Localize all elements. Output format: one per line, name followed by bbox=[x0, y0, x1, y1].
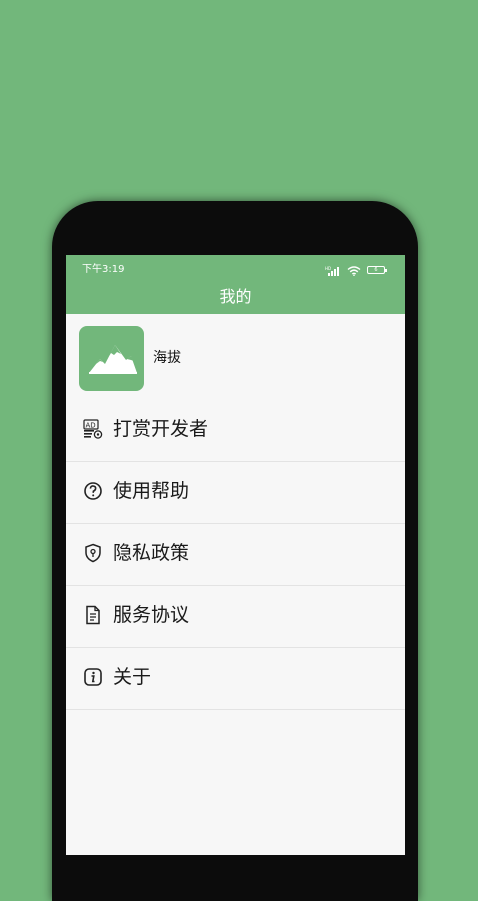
title-bar: 我的 bbox=[66, 283, 405, 314]
profile-section: 海拔 bbox=[66, 314, 405, 400]
mountain-icon bbox=[89, 345, 137, 374]
menu-item-privacy[interactable]: 隐私政策 bbox=[66, 524, 405, 586]
settings-menu: AD 打赏开发者 使用帮助 隐私政策 服务协议 关于 bbox=[66, 400, 405, 710]
battery-level: 6 bbox=[374, 267, 378, 273]
menu-item-terms[interactable]: 服务协议 bbox=[66, 586, 405, 648]
menu-item-about[interactable]: 关于 bbox=[66, 648, 405, 710]
shield-icon bbox=[83, 543, 103, 563]
status-icons: HD 6 bbox=[325, 261, 387, 280]
ad-icon: AD bbox=[83, 419, 103, 439]
menu-item-donate[interactable]: AD 打赏开发者 bbox=[66, 400, 405, 462]
wifi-icon bbox=[347, 261, 361, 280]
page-title: 我的 bbox=[219, 287, 252, 306]
info-icon bbox=[83, 667, 103, 687]
battery-icon: 6 bbox=[367, 266, 387, 274]
help-icon bbox=[83, 481, 103, 501]
app-screen: 下午3:19 HD 6 我的 海拔 AD 打赏开发者 使用帮助 隐私政策 服务协… bbox=[66, 255, 405, 855]
menu-item-help[interactable]: 使用帮助 bbox=[66, 462, 405, 524]
menu-item-label: 隐私政策 bbox=[113, 542, 190, 564]
signal-icon: HD bbox=[325, 261, 341, 280]
status-time: 下午3:19 bbox=[82, 264, 125, 275]
menu-item-label: 打赏开发者 bbox=[113, 418, 209, 440]
menu-item-label: 服务协议 bbox=[113, 604, 190, 626]
network-label: HD bbox=[325, 266, 331, 271]
menu-item-label: 使用帮助 bbox=[113, 480, 190, 502]
svg-text:AD: AD bbox=[86, 422, 96, 430]
document-icon bbox=[83, 605, 103, 625]
status-bar: 下午3:19 HD 6 bbox=[66, 255, 405, 283]
app-logo bbox=[79, 326, 144, 391]
app-name: 海拔 bbox=[153, 350, 181, 366]
menu-item-label: 关于 bbox=[113, 666, 152, 688]
